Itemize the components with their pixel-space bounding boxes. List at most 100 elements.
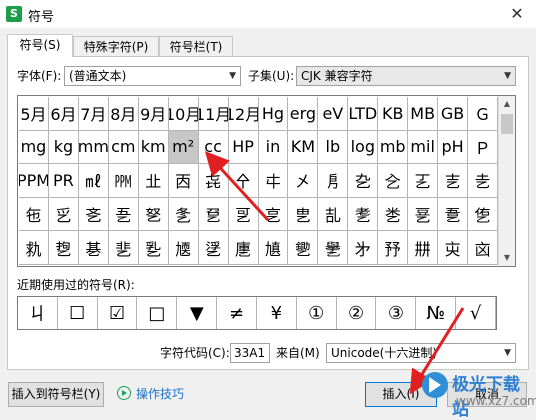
symbol-cell[interactable]: 㐚 (438, 197, 469, 232)
symbol-cell[interactable]: 㐝 (48, 231, 79, 265)
symbol-cell[interactable]: 㐩 (408, 231, 439, 265)
symbol-cell[interactable]: 㐅 (288, 164, 319, 198)
symbol-cell[interactable]: 㐙 (408, 197, 439, 232)
symbol-cell[interactable]: 5月 (19, 97, 49, 131)
symbol-cell[interactable]: 㐐 (138, 197, 169, 232)
symbol-cell[interactable]: mb (378, 130, 409, 165)
symbol-cell[interactable]: in (258, 130, 289, 165)
symbol-cell[interactable]: 㐪 (438, 231, 469, 265)
symbol-cell[interactable]: log (348, 130, 379, 165)
scroll-up-icon[interactable]: ▲ (499, 96, 515, 112)
symbol-cell[interactable]: 㐉 (408, 164, 439, 198)
recent-symbol[interactable]: ▼ (177, 297, 218, 329)
grid-scrollbar[interactable]: ▲ ▼ (498, 96, 515, 266)
symbol-cell[interactable]: eV (318, 97, 349, 131)
symbol-cell[interactable]: 㐒 (198, 197, 229, 232)
symbol-cell[interactable]: 㐇 (348, 164, 379, 198)
symbol-cell[interactable]: 㐔 (258, 197, 289, 232)
recent-symbol[interactable]: ㄐ (18, 297, 58, 329)
symbol-cell[interactable]: cm (108, 130, 139, 165)
symbol-cell[interactable]: 㐡 (168, 231, 199, 265)
symbol-cell[interactable]: 7月 (78, 97, 109, 131)
recent-symbol[interactable]: √ (456, 297, 496, 329)
symbol-cell[interactable]: GB (438, 97, 469, 131)
symbol-cell[interactable]: 㐜 (19, 231, 49, 265)
symbol-cell[interactable]: 㐑 (168, 197, 199, 232)
symbol-cell[interactable]: 㐊 (438, 164, 469, 198)
recent-symbol[interactable]: № (416, 297, 457, 329)
from-select[interactable]: Unicode(十六进制) ▼ (326, 343, 516, 363)
symbol-cell[interactable]: mil (408, 130, 439, 165)
font-select[interactable]: (普通文本) ▼ (64, 66, 241, 86)
symbol-cell[interactable]: 㐏 (108, 197, 139, 232)
symbol-cell[interactable]: Ｐ (468, 130, 498, 165)
symbol-cell[interactable]: 㐤 (258, 231, 289, 265)
symbol-cell[interactable]: 11月 (198, 97, 229, 131)
symbol-cell[interactable]: 8月 (108, 97, 139, 131)
symbol-cell[interactable]: ㎖ (78, 164, 109, 198)
symbol-cell[interactable]: HP (228, 130, 259, 165)
symbol-cell[interactable]: 㐆 (318, 164, 349, 198)
symbol-cell[interactable]: 㐎 (78, 197, 109, 232)
char-code-input[interactable]: 33A1 (230, 343, 270, 363)
symbol-cell[interactable]: Ｇ (468, 97, 498, 131)
symbol-cell[interactable]: lb (318, 130, 349, 165)
recent-symbol[interactable]: ① (297, 297, 337, 329)
symbol-cell[interactable]: 㐌 (19, 197, 49, 232)
symbol-cell[interactable]: 12月 (228, 97, 259, 131)
symbol-cell[interactable]: MB (408, 97, 439, 131)
symbol-cell[interactable]: 㐂 (198, 164, 229, 198)
symbol-cell[interactable]: 㐕 (288, 197, 319, 232)
symbol-cell[interactable]: cc (198, 130, 229, 165)
symbol-cell[interactable]: KB (378, 97, 409, 131)
recent-symbol[interactable]: ≠ (217, 297, 257, 329)
symbol-cell[interactable]: 㐈 (378, 164, 409, 198)
symbol-cell[interactable]: 6月 (48, 97, 79, 131)
symbol-cell[interactable]: km (138, 130, 169, 165)
symbol-cell[interactable]: 㐍 (48, 197, 79, 232)
recent-symbol[interactable]: ③ (376, 297, 417, 329)
symbol-cell[interactable]: 㐟 (108, 231, 139, 265)
symbol-cell[interactable]: 9月 (138, 97, 169, 131)
recent-symbol[interactable]: ② (337, 297, 377, 329)
symbol-cell[interactable]: PR (48, 164, 79, 198)
scroll-thumb[interactable] (501, 114, 513, 134)
symbol-cell[interactable]: KM (288, 130, 319, 165)
close-icon[interactable]: ✕ (506, 3, 528, 25)
recent-symbol[interactable]: □ (137, 297, 178, 329)
symbol-cell[interactable]: 㐧 (348, 231, 379, 265)
symbol-cell[interactable]: 㐃 (228, 164, 259, 198)
symbol-cell[interactable]: LTD (348, 97, 379, 131)
subset-select[interactable]: CJK 兼容字符 ▼ (296, 66, 516, 86)
symbol-cell[interactable]: erg (288, 97, 319, 131)
symbol-cell[interactable]: 㐞 (78, 231, 109, 265)
help-link[interactable]: 操作技巧 (117, 386, 184, 402)
symbol-cell[interactable]: 㐗 (348, 197, 379, 232)
symbol-cell[interactable]: 㐛 (468, 197, 498, 232)
symbol-cell[interactable]: kg (48, 130, 79, 165)
tab-special-chars[interactable]: 特殊字符(P) (73, 36, 159, 56)
recent-symbol[interactable]: ☑ (98, 297, 138, 329)
symbol-cell[interactable]: Hg (258, 97, 289, 131)
symbol-cell[interactable]: pH (438, 130, 469, 165)
symbol-cell[interactable]: 㐢 (198, 231, 229, 265)
insert-to-bar-button[interactable]: 插入到符号栏(Y) (8, 382, 104, 407)
tab-symbols[interactable]: 符号(S) (7, 34, 73, 57)
symbol-cell[interactable]: 㐣 (228, 231, 259, 265)
symbol-cell[interactable]: 㐖 (318, 197, 349, 232)
symbol-cell[interactable]: 㐦 (318, 231, 349, 265)
symbol-cell[interactable]: mm (78, 130, 109, 165)
tab-symbol-bar[interactable]: 符号栏(T) (159, 36, 233, 56)
recent-symbol[interactable]: ¥ (257, 297, 297, 329)
symbol-cell[interactable]: 㐀 (138, 164, 169, 198)
symbol-cell[interactable]: mg (19, 130, 49, 165)
symbol-cell[interactable]: 㐘 (378, 197, 409, 232)
symbol-cell[interactable]: 㐁 (168, 164, 199, 198)
scroll-down-icon[interactable]: ▼ (499, 250, 515, 266)
symbol-cell[interactable]: 㐓 (228, 197, 259, 232)
symbol-cell[interactable]: 㐨 (378, 231, 409, 265)
symbol-cell[interactable]: m² (168, 130, 199, 165)
symbol-cell[interactable]: 10月 (168, 97, 199, 131)
recent-symbol[interactable]: ☐ (58, 297, 98, 329)
symbol-cell[interactable]: ㏙ (108, 164, 139, 198)
